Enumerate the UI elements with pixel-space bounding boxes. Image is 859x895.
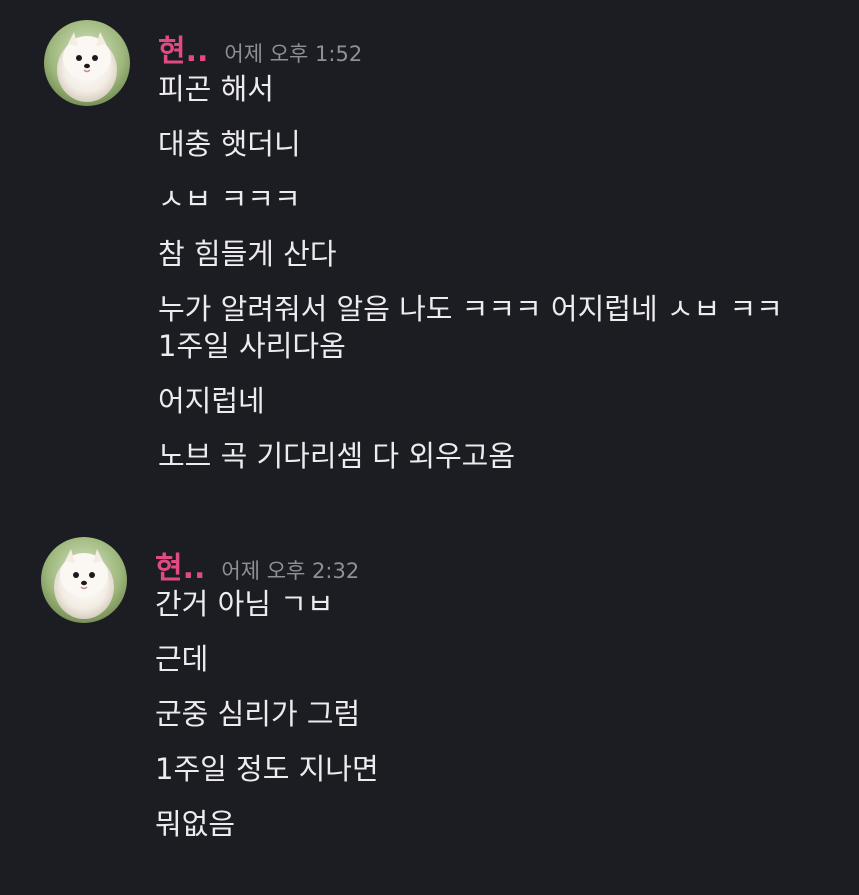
timestamp: 어제 오후 2:32 (221, 559, 360, 583)
username[interactable]: 현.. (155, 543, 205, 587)
message-line: 누가 알려줘서 알음 나도 ㅋㅋㅋ 어지럽네 ㅅㅂ ㅋㅋ 1주일 사리다옴 (158, 292, 783, 363)
message-line: 군중 심리가 그럼 (155, 697, 361, 731)
username[interactable]: 현.. (158, 26, 208, 70)
message-line: 노브 곡 기다리셈 다 외우고옴 (158, 439, 516, 473)
message-lines: 간거 아님 ㄱㅂ 근데 군중 심리가 그럼 1주일 정도 지나면 뭐없음 (155, 586, 815, 861)
message-line: 피곤 해서 (158, 72, 274, 106)
message-line: 1주일 정도 지나면 (155, 752, 379, 786)
timestamp: 어제 오후 1:52 (224, 42, 363, 66)
pomeranian-avatar-icon[interactable] (44, 20, 130, 106)
message-header: 현.. 어제 오후 2:32 (155, 543, 359, 587)
message-line: 어지럽네 (158, 384, 265, 418)
message-line: 간거 아님 ㄱㅂ (155, 587, 334, 621)
message-line: 근데 (155, 642, 209, 676)
message-line: 뭐없음 (155, 807, 236, 841)
message-header: 현.. 어제 오후 1:52 (158, 26, 362, 70)
pomeranian-avatar-icon[interactable] (41, 537, 127, 623)
message-line: 참 힘들게 산다 (158, 237, 337, 271)
message-line: 대충 햇더니 (158, 127, 301, 161)
message-line: ㅅㅂ ㅋㅋㅋ (158, 182, 301, 216)
message-lines: 피곤 해서 대충 햇더니 ㅅㅂ ㅋㅋㅋ 참 힘들게 산다 누가 알려줘서 알음 … (158, 71, 818, 493)
